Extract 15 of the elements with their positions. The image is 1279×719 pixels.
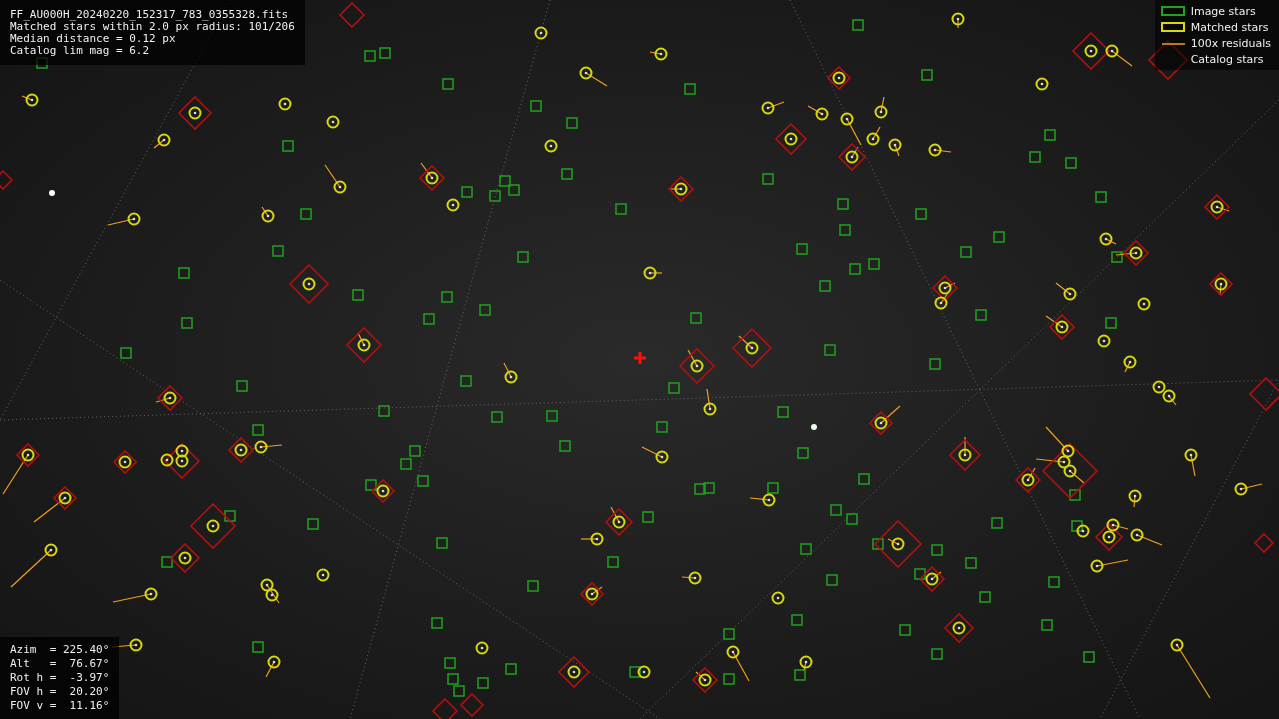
matched-star-legend-icon — [1160, 21, 1187, 34]
legend-label: Image stars — [1190, 5, 1256, 18]
pointing-text: Rot h = -3.97° — [10, 671, 110, 685]
legend-label: 100x residuals — [1190, 37, 1271, 50]
pointing-text: FOV h = 20.20° — [10, 685, 110, 699]
info-text: Median distance = 0.12 px — [10, 33, 177, 45]
pointing-text: Alt = 76.67° — [10, 657, 110, 671]
info-text: Catalog lim mag = 6.2 — [10, 45, 151, 57]
legend-label: Catalog stars — [1190, 53, 1264, 66]
info-text: Matched stars within 2.0 px radius: 101/206 — [10, 21, 295, 33]
pointing-text: Azim = 225.40° — [10, 643, 110, 657]
pointing-text: FOV v = 11.16° — [10, 699, 110, 713]
info-text: FF_AU000H_20240220_152317_783_0355328.fits — [10, 9, 290, 21]
image-star-legend-icon — [1160, 5, 1187, 18]
legend-label: Matched stars — [1190, 21, 1269, 34]
